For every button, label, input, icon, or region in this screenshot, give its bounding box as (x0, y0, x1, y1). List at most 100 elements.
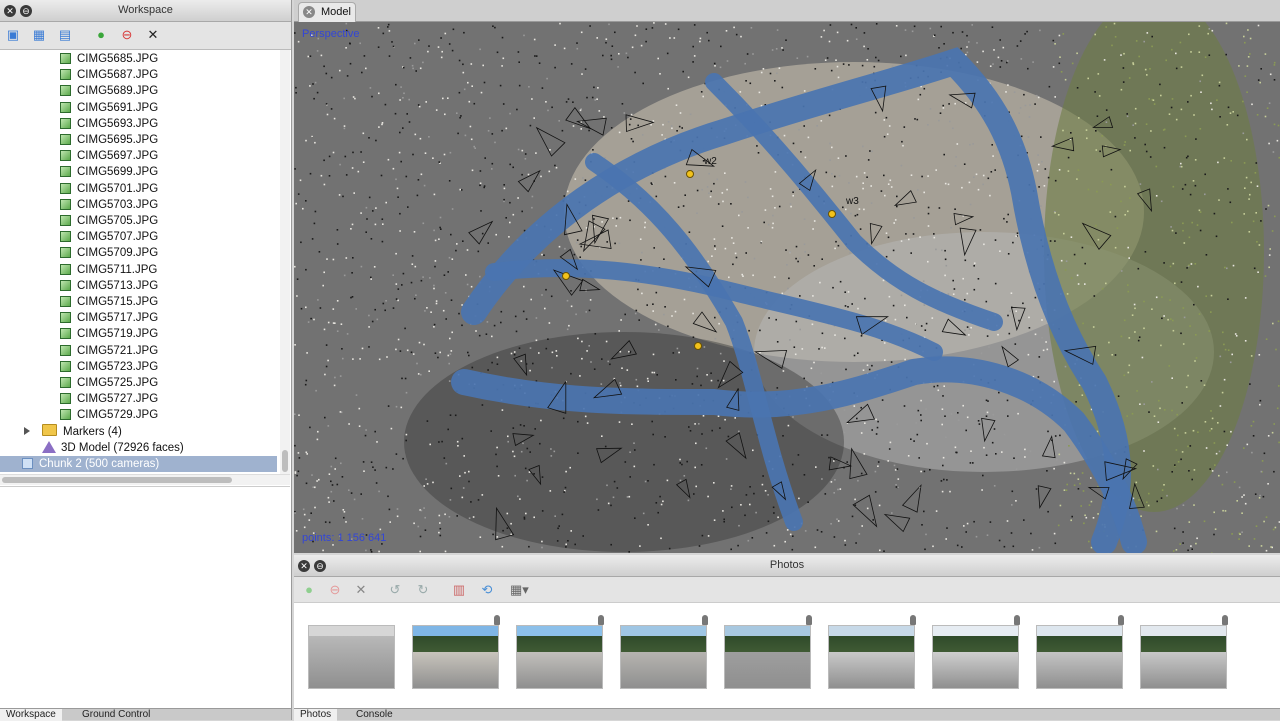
tree-item-image[interactable]: CIMG5697.JPG (60, 148, 158, 164)
model-tab-label: Model (321, 6, 351, 18)
pin-icon (1014, 615, 1020, 625)
tree-item-label: CIMG5721.JPG (77, 345, 158, 357)
point-cloud-view[interactable] (294, 22, 1280, 553)
image-icon (60, 231, 71, 242)
tree-item-image[interactable]: CIMG5701.JPG (60, 181, 158, 197)
image-icon (60, 377, 71, 388)
tree-item-label: CIMG5693.JPG (77, 118, 158, 130)
image-icon (60, 53, 71, 64)
image-icon (60, 280, 71, 291)
mask-icon[interactable]: ▥ (450, 581, 468, 599)
tree-item-image[interactable]: CIMG5721.JPG (60, 343, 158, 359)
photo-thumbnail[interactable] (516, 625, 603, 689)
view-mode-icon[interactable]: ▦▾ (510, 581, 528, 599)
tree-item-image[interactable]: CIMG5729.JPG (60, 407, 158, 423)
tree-horizontal-scrollbar[interactable] (0, 474, 290, 485)
tab-workspace[interactable]: Workspace (0, 709, 62, 721)
image-icon (60, 247, 71, 258)
tree-item-label: CIMG5701.JPG (77, 183, 158, 195)
remove-icon[interactable]: ✕ (144, 26, 162, 44)
image-icon (60, 264, 71, 275)
pin-icon (910, 615, 916, 625)
workspace-title: Workspace (0, 4, 291, 16)
tree-item-label: CIMG5725.JPG (77, 377, 158, 389)
tree-item-image[interactable]: CIMG5693.JPG (60, 116, 158, 132)
tree-item-chunk[interactable]: Chunk 2 (500 cameras) (0, 456, 277, 472)
image-icon (60, 345, 71, 356)
tree-item-label: CIMG5695.JPG (77, 134, 158, 146)
tree-item-label: CIMG5691.JPG (77, 102, 158, 114)
model-tabbar: ✕ Model (294, 0, 1280, 22)
tree-item-image[interactable]: CIMG5727.JPG (60, 391, 158, 407)
rotate-right-icon[interactable]: ↻ (414, 581, 432, 599)
photo-thumbnail[interactable] (620, 625, 707, 689)
photos-bottom-tabs: Photos Console (294, 708, 1280, 720)
pin-icon (598, 615, 604, 625)
tree-item-image[interactable]: CIMG5717.JPG (60, 310, 158, 326)
image-icon (60, 102, 71, 113)
tree-item-image[interactable]: CIMG5689.JPG (60, 83, 158, 99)
tab-model[interactable]: ✕ Model (298, 2, 356, 22)
tree-item-image[interactable]: CIMG5709.JPG (60, 245, 158, 261)
tree-item-image[interactable]: CIMG5687.JPG (60, 67, 158, 83)
tree-item-image[interactable]: CIMG5707.JPG (60, 229, 158, 245)
close-icon[interactable]: ✕ (303, 6, 315, 18)
tree-item-image[interactable]: CIMG5685.JPG (60, 51, 158, 67)
rotate-left-icon[interactable]: ↺ (386, 581, 404, 599)
model-label: 3D Model (72926 faces) (61, 442, 184, 454)
tree-item-image[interactable]: CIMG5713.JPG (60, 278, 158, 294)
tab-ground-control[interactable]: Ground Control (76, 709, 156, 721)
remove-icon[interactable]: ✕ (352, 581, 370, 599)
add-chunk-icon[interactable]: ▣ (4, 26, 22, 44)
add-photos-icon[interactable]: ▦ (30, 26, 48, 44)
reset-filter-icon[interactable]: ⟲ (478, 581, 496, 599)
tab-photos[interactable]: Photos (294, 709, 337, 721)
photos-panel: ✕ ⊖ Photos ● ⊖ ✕ ↺ ↻ ▥ ⟲ ▦▾ Photos Conso… (294, 555, 1280, 720)
disable-icon[interactable]: ⊖ (118, 26, 136, 44)
photo-thumbnail[interactable] (1140, 625, 1227, 689)
photo-thumbnail[interactable] (1036, 625, 1123, 689)
tree-vertical-scrollbar[interactable] (280, 50, 290, 480)
tree-item-image[interactable]: CIMG5705.JPG (60, 213, 158, 229)
workspace-toolbar: ▣ ▦ ▤ ● ⊖ ✕ (0, 22, 291, 50)
projection-label: Perspective (302, 28, 359, 40)
tree-item-label: CIMG5717.JPG (77, 312, 158, 324)
image-icon (60, 150, 71, 161)
tree-item-image[interactable]: CIMG5723.JPG (60, 359, 158, 375)
tree-item-image[interactable]: CIMG5691.JPG (60, 100, 158, 116)
model-viewport[interactable]: Perspective points: 1 156 641 w2 w3 (294, 22, 1280, 553)
photo-thumbnail[interactable] (932, 625, 1019, 689)
add-folder-icon[interactable]: ▤ (56, 26, 74, 44)
photo-thumbnail[interactable] (828, 625, 915, 689)
workspace-bottom-tabs: Workspace Ground Control (0, 708, 291, 720)
tree-item-image[interactable]: CIMG5699.JPG (60, 164, 158, 180)
photo-thumbnail[interactable] (308, 625, 395, 689)
tree-item-label: CIMG5719.JPG (77, 328, 158, 340)
photo-strip (294, 603, 1280, 703)
photos-title: Photos (294, 559, 1280, 571)
chunk-icon (22, 458, 33, 469)
tree-item-image[interactable]: CIMG5703.JPG (60, 197, 158, 213)
image-icon (60, 69, 71, 80)
tree-item-image[interactable]: CIMG5725.JPG (60, 375, 158, 391)
tab-console[interactable]: Console (350, 709, 399, 721)
enable-icon[interactable]: ● (92, 26, 110, 44)
tree-item-label: CIMG5687.JPG (77, 69, 158, 81)
tree-item-image[interactable]: CIMG5695.JPG (60, 132, 158, 148)
3d-model-icon (42, 441, 56, 453)
image-icon (60, 199, 71, 210)
tree-item-image[interactable]: CIMG5715.JPG (60, 294, 158, 310)
image-icon (60, 215, 71, 226)
tree-item-image[interactable]: CIMG5711.JPG (60, 262, 157, 278)
image-icon (60, 166, 71, 177)
tree-item-3d-model[interactable]: 3D Model (72926 faces) (42, 440, 184, 456)
disable-icon[interactable]: ⊖ (326, 581, 344, 599)
expand-arrow-icon[interactable] (24, 427, 30, 435)
photo-thumbnail[interactable] (412, 625, 499, 689)
photo-thumbnail[interactable] (724, 625, 811, 689)
enable-icon[interactable]: ● (300, 581, 318, 599)
tree-item-label: CIMG5705.JPG (77, 215, 158, 227)
tree-item-label: CIMG5699.JPG (77, 166, 158, 178)
tree-item-image[interactable]: CIMG5719.JPG (60, 326, 158, 342)
tree-item-markers[interactable]: Markers (4) (24, 424, 122, 440)
